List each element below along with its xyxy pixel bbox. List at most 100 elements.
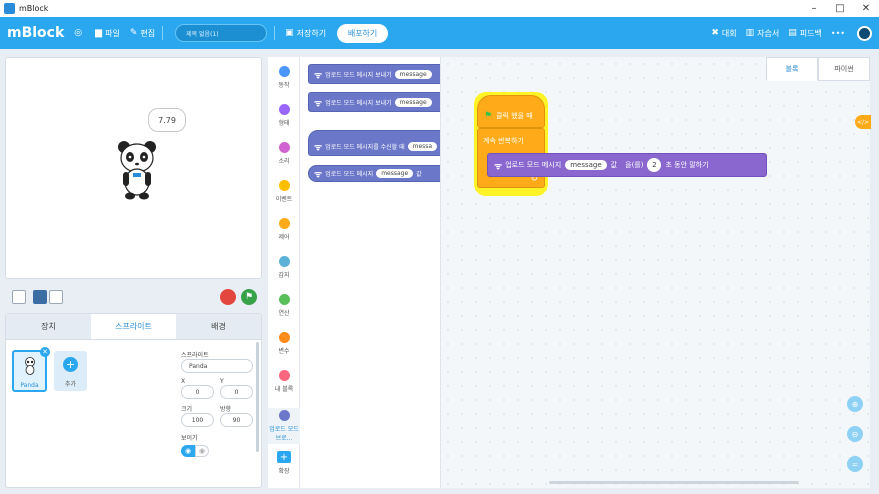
zoom-out-icon[interactable]: ⊖	[847, 426, 863, 442]
category-operators[interactable]: 연산	[268, 294, 300, 317]
say-for-secs-block[interactable]: ᯤ 업로드 모드 메시지 message 값 을(를) 2 초 동안 말하기	[487, 153, 767, 177]
palette-block-when-receive[interactable]: ᯤ 업로드 모드 메시지를 수신할 때 messa	[308, 130, 440, 156]
category-sensing[interactable]: 감지	[268, 256, 300, 279]
category-events[interactable]: 이벤트	[268, 180, 300, 203]
size-label: 크기	[181, 406, 193, 413]
block-slot[interactable]: messa	[407, 141, 438, 151]
category-extensions[interactable]: + 확장	[268, 451, 300, 475]
sprite-panel: 장치 스프라이트 배경 ✕ Panda + 추가 스프라이트 Panda X 0…	[5, 313, 262, 488]
block-text: 업로드 모드 메시지 보내기	[325, 99, 392, 107]
category-variables[interactable]: 변수	[268, 332, 300, 355]
show-eye-icon[interactable]: ◉	[181, 445, 195, 457]
divider	[162, 26, 164, 40]
contest-icon: ✖	[711, 28, 719, 38]
category-label: 연산	[278, 310, 290, 317]
sound-dot-icon	[278, 142, 290, 153]
green-flag-button[interactable]: ⚑	[241, 288, 257, 305]
minimize-button[interactable]: –	[801, 3, 827, 14]
forever-label: 계속 반복하기	[483, 137, 524, 145]
say-block-value: 값	[610, 161, 618, 169]
tab-sprites[interactable]: 스프라이트	[91, 314, 176, 339]
add-sprite-label: 추가	[64, 381, 77, 388]
category-control[interactable]: 제어	[268, 218, 300, 241]
stage-toolbar: ⚑	[5, 284, 262, 309]
contest-button[interactable]: ✖ 대회	[711, 28, 736, 39]
maximize-button[interactable]: □	[827, 3, 853, 14]
category-my-blocks[interactable]: 내 블록	[268, 370, 300, 393]
stop-button[interactable]	[220, 288, 236, 305]
y-label: Y	[220, 378, 224, 385]
category-sound[interactable]: 소리	[268, 142, 300, 165]
direction-label: 방향	[220, 406, 232, 413]
motion-dot-icon	[278, 66, 290, 77]
seconds-input[interactable]: 2	[647, 158, 662, 172]
panel-scrollbar[interactable]	[256, 342, 259, 452]
direction-field[interactable]: 90	[220, 413, 253, 427]
small-stage-icon[interactable]	[33, 289, 47, 304]
feedback-button[interactable]: ▤ 피드백	[788, 28, 822, 39]
when-flag-clicked-block[interactable]: ⚑ 클릭 했을 때	[477, 95, 545, 128]
language-button[interactable]: ◎	[74, 28, 85, 38]
fullscreen-icon[interactable]	[12, 289, 26, 304]
zoom-in-icon[interactable]: ⊕	[847, 396, 863, 412]
feedback-icon: ▤	[788, 28, 797, 38]
x-field[interactable]: 0	[181, 385, 214, 399]
category-motion[interactable]: 동작	[268, 66, 300, 89]
block-slot[interactable]: message	[376, 169, 414, 178]
avatar[interactable]	[857, 25, 872, 41]
project-name-input[interactable]: 제목 없음(1)	[175, 24, 268, 42]
hide-eye-icon[interactable]: ◉	[195, 445, 209, 457]
sprite-thumbnail[interactable]: ✕ Panda	[12, 347, 50, 392]
more-button[interactable]: •••	[831, 29, 845, 38]
category-upload-broadcast[interactable]: 업로드 모드 브로...	[268, 408, 300, 444]
tab-python[interactable]: 파이썬	[818, 57, 870, 81]
palette-block-broadcast[interactable]: ᯤ 업로드 모드 메시지 보내기 message	[308, 64, 440, 84]
operators-dot-icon	[278, 294, 290, 305]
tab-backdrops[interactable]: 배경	[176, 314, 261, 339]
sprite-name-field[interactable]: Panda	[181, 359, 253, 373]
close-window-button[interactable]: ✕	[853, 3, 879, 14]
category-looks[interactable]: 형태	[268, 104, 300, 127]
large-stage-icon[interactable]	[49, 289, 63, 304]
zoom-reset-icon[interactable]: =	[847, 456, 863, 472]
file-menu[interactable]: ▆ 파일	[95, 28, 120, 39]
tab-blocks[interactable]: 블록	[766, 57, 818, 81]
category-label: 감지	[278, 272, 290, 279]
speech-bubble: 7.79	[148, 108, 186, 132]
size-field[interactable]: 100	[181, 413, 214, 427]
save-button[interactable]: ▣ 저장하기	[285, 28, 326, 39]
plus-icon: +	[277, 451, 291, 463]
block-suffix: 값	[416, 171, 422, 178]
code-toggle-button[interactable]: </>	[855, 115, 871, 129]
control-dot-icon	[278, 218, 290, 229]
visibility-toggle: ◉ ◉	[181, 445, 253, 457]
delete-sprite-icon[interactable]: ✕	[40, 347, 50, 357]
tab-devices[interactable]: 장치	[6, 314, 91, 339]
broadcast-icon: ᯤ	[314, 170, 323, 180]
block-slot[interactable]: message	[394, 97, 432, 107]
y-field[interactable]: 0	[220, 385, 253, 399]
category-label: 동작	[278, 82, 290, 89]
edit-menu[interactable]: ✎ 편집	[130, 28, 155, 39]
wrench-icon: ✎	[129, 28, 138, 38]
category-label: 업로드 모드 브로...	[269, 426, 299, 442]
file-menu-label: 파일	[105, 28, 120, 38]
palette-block-broadcast-wait[interactable]: ᯤ 업로드 모드 메시지 보내기 message	[308, 92, 440, 112]
say-block-object: 을(를)	[625, 161, 644, 169]
horizontal-scrollbar[interactable]	[549, 481, 799, 484]
hat-block-label: 클릭 했을 때	[496, 112, 533, 120]
palette-block-message-value[interactable]: ᯤ 업로드 모드 메시지 message 값	[308, 165, 440, 182]
tutorial-button[interactable]: ▥ 자습서	[746, 28, 780, 39]
flag-icon: ⚑	[484, 111, 493, 121]
category-label: 제어	[278, 234, 290, 241]
block-slot[interactable]: message	[394, 69, 432, 79]
script-area[interactable]: 블록 파이썬 </> ⚑ 클릭 했을 때 계속 반복하기 ↻ ᯤ 업로드 모드 …	[441, 57, 871, 488]
panda-sprite[interactable]	[115, 138, 159, 200]
contest-label: 대회	[721, 28, 737, 38]
window-title: mBlock	[19, 4, 49, 13]
stage[interactable]: 7.79	[5, 57, 262, 279]
message-slot[interactable]: message	[565, 160, 607, 170]
add-sprite-button[interactable]: + 추가	[54, 351, 87, 391]
book-icon: ▥	[745, 28, 755, 38]
publish-button[interactable]: 배포하기	[337, 23, 389, 43]
